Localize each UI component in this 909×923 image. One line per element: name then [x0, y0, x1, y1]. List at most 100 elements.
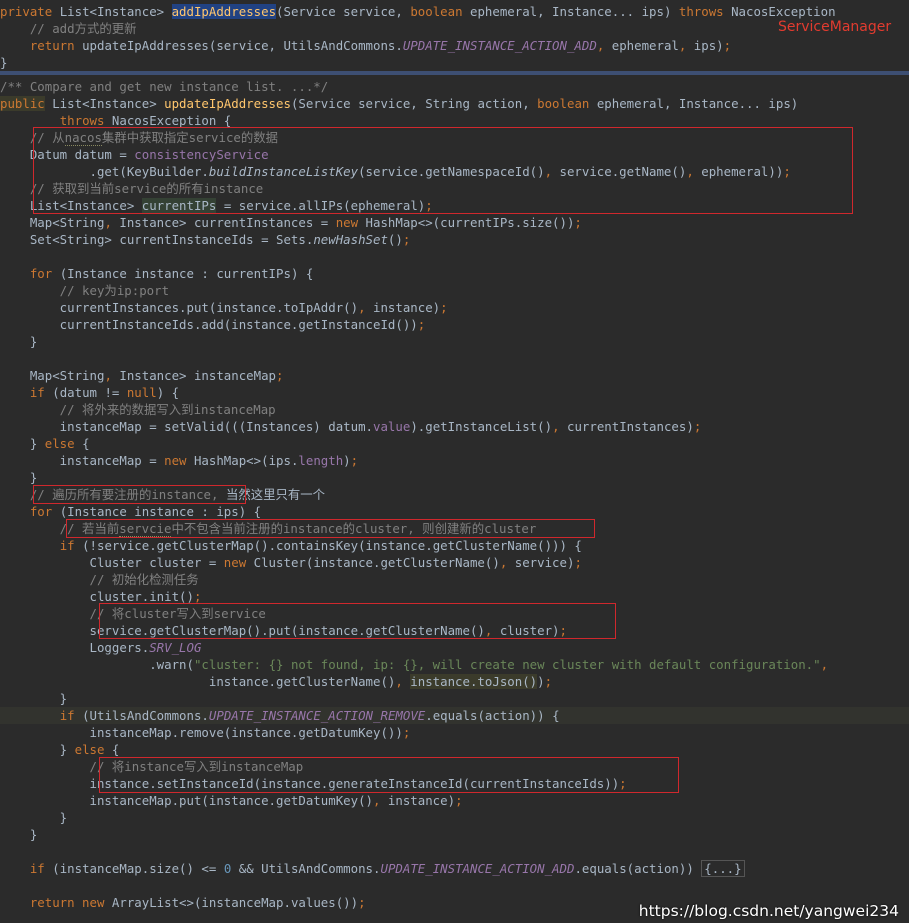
code-token: private — [0, 4, 60, 19]
highlight-box-cluster-comment — [66, 519, 595, 538]
code-token: instance) — [387, 793, 456, 808]
code-token: Cluster(instance.getClusterName() — [253, 555, 500, 570]
code-token: ; — [417, 317, 426, 332]
service-manager-annotation: ServiceManager — [778, 19, 892, 35]
code-token: ; — [574, 215, 582, 230]
code-token: , — [373, 793, 388, 808]
code-token: (instanceMap.size() <= — [52, 861, 224, 876]
code-line-25: instanceMap = setValid(((Instances) datu… — [0, 418, 909, 435]
code-line-28: } — [0, 469, 909, 486]
code-token: new — [335, 215, 366, 230]
code-token: Map<String — [0, 215, 105, 230]
code-token: instanceMap = setValid(((Instances) datu… — [0, 419, 373, 434]
code-token: Set<String> currentInstanceIds = Sets. — [0, 232, 314, 247]
code-token: instanceMap = — [0, 453, 165, 468]
code-token: , — [820, 657, 829, 672]
code-token: { — [82, 436, 90, 451]
code-token: updateIpAddresses — [164, 96, 291, 111]
code-token: UPDATE_INSTANCE_ACTION_ADD — [402, 38, 597, 53]
code-token: ; — [402, 232, 411, 247]
code-token: } — [0, 470, 38, 485]
code-token: value — [373, 419, 411, 434]
code-token: (UtilsAndCommons. — [82, 708, 209, 723]
code-token: Loggers. — [0, 640, 150, 655]
code-token: boolean — [410, 4, 470, 19]
code-line-20: } — [0, 333, 909, 350]
code-line-41: } — [0, 690, 909, 707]
code-token: ; — [276, 368, 284, 383]
code-token: cluster.init() — [0, 589, 194, 604]
code-line-38: Loggers.SRV_LOG — [0, 639, 909, 656]
code-token: ; — [193, 589, 202, 604]
code-token: service) — [514, 555, 575, 570]
watermark-url: https://blog.csdn.net/yangwei234 — [638, 902, 899, 920]
highlight-box-put-cluster — [99, 603, 616, 639]
code-token: /** Compare and get new instance list. .… — [0, 79, 329, 94]
code-token: ; — [723, 38, 732, 53]
code-token: instance.getClusterName() — [0, 674, 396, 689]
code-token: if — [29, 385, 53, 400]
code-line-3: return updateIpAddresses(service, UtilsA… — [0, 37, 909, 54]
code-token: // 将外来的数据写入到instanceMap — [0, 402, 276, 417]
code-token: , — [596, 38, 612, 53]
code-token: Instance> currentInstances = — [119, 215, 336, 230]
code-token: (Service service, String action, — [290, 96, 538, 111]
code-token: throws — [678, 4, 732, 19]
code-token: } — [0, 827, 38, 842]
code-token: instanceMap.put(instance.getDatumKey() — [0, 793, 373, 808]
code-line-44: } else { — [0, 741, 909, 758]
code-token: ; — [440, 300, 448, 315]
code-token: .warn( — [0, 657, 194, 672]
code-token: Map<String — [0, 368, 105, 383]
code-token: } — [0, 742, 75, 757]
code-token: // 初始化检测任务 — [0, 572, 199, 587]
code-token: null — [126, 385, 157, 400]
code-token: ; — [574, 555, 582, 570]
code-token: ) { — [156, 385, 180, 400]
code-token: List<Instance> — [59, 4, 172, 19]
code-line-51: if (instanceMap.size() <= 0 && UtilsAndC… — [0, 860, 909, 877]
code-token: instanceMap.remove(instance.getDatumKey(… — [0, 725, 403, 740]
method-separator — [0, 71, 909, 75]
code-token: } — [0, 810, 68, 825]
code-token: new — [164, 453, 194, 468]
code-line-19: currentInstanceIds.add(instance.getInsta… — [0, 316, 909, 333]
code-line-42: if (UtilsAndCommons.UPDATE_INSTANCE_ACTI… — [0, 707, 909, 724]
code-line-13: Map<String, Instance> currentInstances =… — [0, 214, 909, 231]
code-token: ; — [693, 419, 702, 434]
code-token: UPDATE_INSTANCE_ACTION_ADD — [380, 861, 575, 876]
code-token: instance) — [373, 300, 441, 315]
code-token: "cluster: {} not found, ip: {}, will cre… — [193, 657, 821, 672]
code-token: , — [678, 38, 694, 53]
highlight-box-fetch-data — [33, 127, 853, 214]
code-token: , — [395, 674, 411, 689]
code-token: currentInstanceIds.add(instance.getInsta… — [0, 317, 418, 332]
code-token: return new — [29, 895, 112, 910]
code-token: } — [0, 55, 8, 70]
code-token: boolean — [537, 96, 597, 111]
code-token: ; — [402, 725, 411, 740]
code-line-34: // 初始化检测任务 — [0, 571, 909, 588]
code-line-14: Set<String> currentInstanceIds = Sets.ne… — [0, 231, 909, 248]
code-token: { — [111, 742, 120, 757]
code-token: addIpAddresses — [171, 4, 277, 19]
code-token: if — [59, 538, 83, 553]
code-line-48: } — [0, 809, 909, 826]
code-token: length — [298, 453, 344, 468]
code-token: ; — [544, 674, 553, 689]
code-token: .equals(action)) { — [425, 708, 560, 723]
code-line-24: // 将外来的数据写入到instanceMap — [0, 401, 909, 418]
code-token: {...} — [701, 860, 745, 877]
code-token: } — [0, 436, 45, 451]
code-token: else — [44, 436, 83, 451]
code-line-30: for (Instance instance : ips) { — [0, 503, 909, 520]
code-line-39: .warn("cluster: {} not found, ip: {}, wi… — [0, 656, 909, 673]
code-token: , — [499, 555, 515, 570]
code-token: , — [104, 215, 120, 230]
code-token: ) — [537, 674, 545, 689]
code-token: for — [29, 266, 60, 281]
